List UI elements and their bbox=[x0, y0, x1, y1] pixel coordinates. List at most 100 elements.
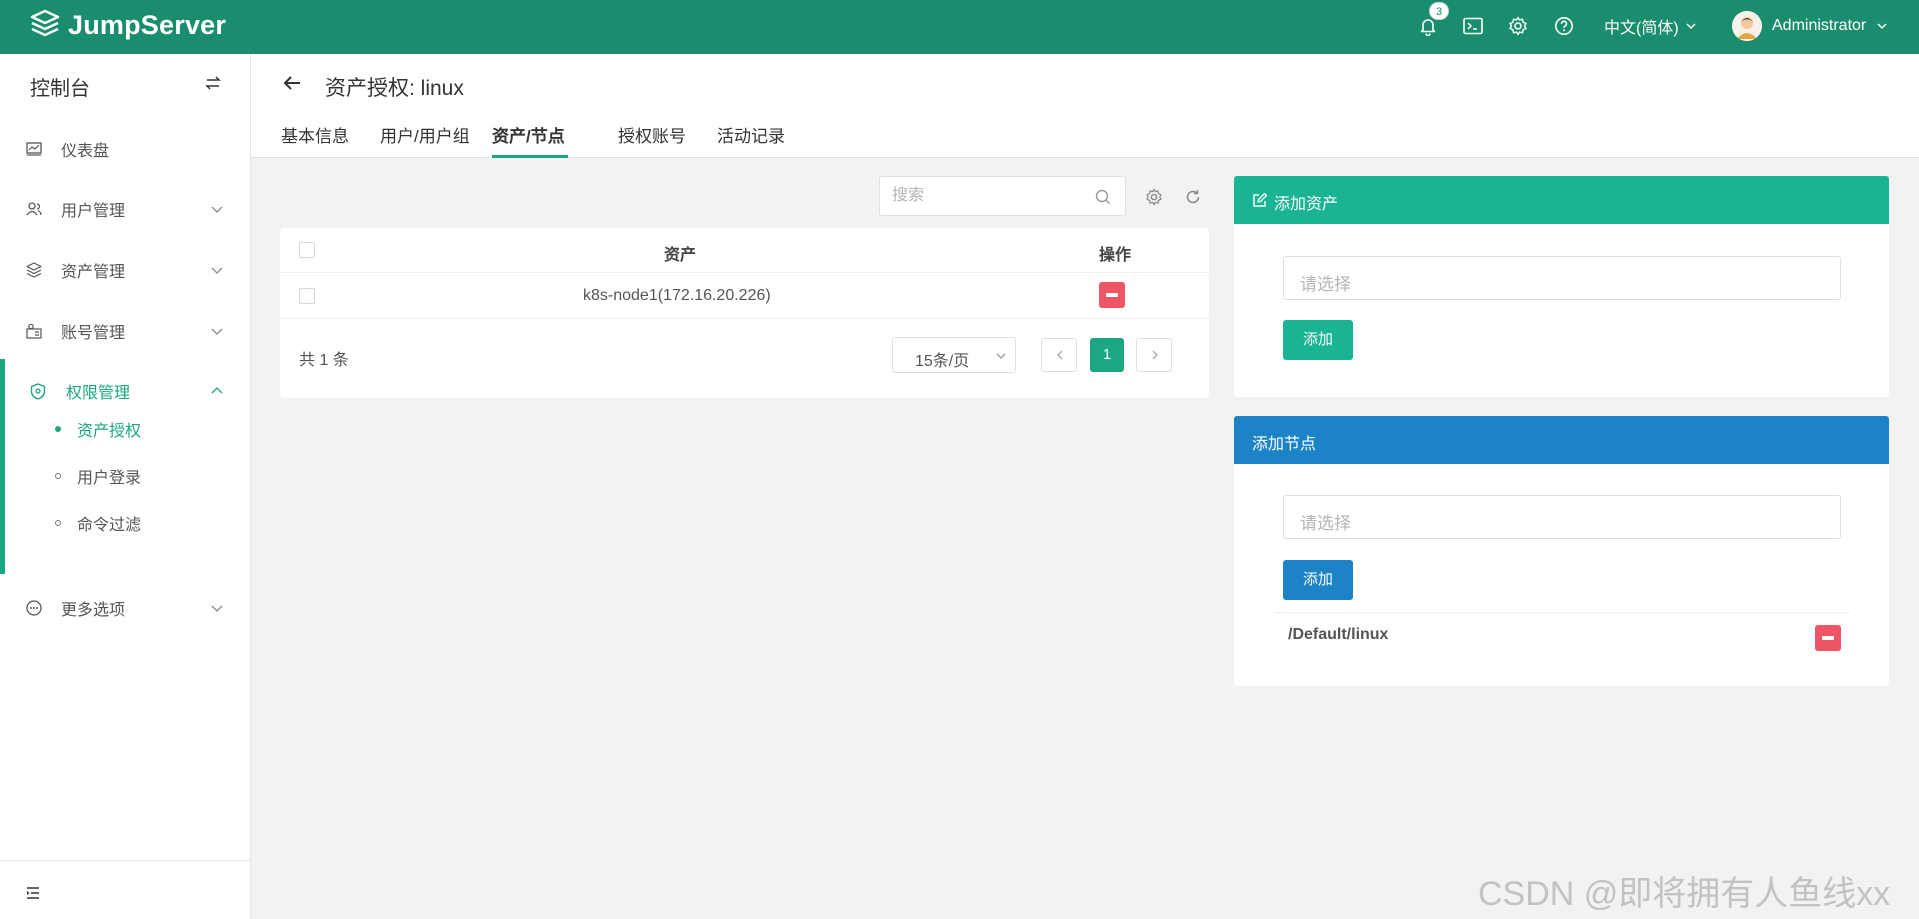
sidebar-subitem-label: 命令过滤 bbox=[77, 517, 142, 534]
search-field[interactable] bbox=[879, 176, 1126, 216]
chevron-down-icon bbox=[211, 328, 223, 335]
terminal-icon bbox=[1463, 17, 1483, 35]
sidebar-group-permission-management: 权限管理 资产授权 用户登录 命令过滤 bbox=[0, 359, 250, 574]
sidebar-item-label: 更多选项 bbox=[61, 602, 126, 619]
sidebar: 控制台 仪表盘 用户管理 资产管理 账号管理 权限管理 资产授权 用户登录 命令… bbox=[0, 54, 251, 919]
chevron-down-icon bbox=[211, 267, 223, 274]
page-title: 资产授权: linux bbox=[325, 77, 464, 100]
notification-bell-button[interactable]: 3 bbox=[1415, 2, 1449, 39]
tab-permission-accounts[interactable]: 授权账号 bbox=[618, 122, 686, 147]
back-arrow-icon[interactable] bbox=[281, 72, 303, 94]
language-selector[interactable]: 中文(简体) bbox=[1604, 13, 1697, 39]
sidebar-subitem-asset-permission[interactable]: 资产授权 bbox=[5, 412, 250, 446]
jumpserver-logo-icon bbox=[30, 9, 60, 37]
user-menu[interactable]: Administrator bbox=[1732, 8, 1888, 44]
user-avatar-icon bbox=[1732, 11, 1762, 41]
accounts-icon bbox=[25, 322, 43, 340]
list-item: /Default/linux bbox=[1274, 612, 1850, 660]
sidebar-item-label: 仪表盘 bbox=[61, 143, 110, 160]
chevron-down-icon bbox=[1877, 23, 1887, 30]
add-node-panel-header: 添加节点 bbox=[1234, 416, 1889, 464]
help-button[interactable] bbox=[1551, 13, 1577, 39]
tab-basic-info[interactable]: 基本信息 bbox=[281, 122, 349, 147]
next-page-button[interactable] bbox=[1136, 338, 1172, 372]
table-row: k8s-node1(172.16.20.226) bbox=[280, 273, 1209, 319]
chevron-left-icon bbox=[1057, 350, 1063, 360]
add-asset-panel-header: 添加资产 bbox=[1234, 176, 1889, 224]
chevron-right-icon bbox=[1152, 350, 1158, 360]
web-terminal-button[interactable] bbox=[1460, 13, 1486, 39]
switch-arrows-icon bbox=[205, 76, 221, 90]
sidebar-item-label: 资产管理 bbox=[61, 264, 126, 281]
view-switch-button[interactable] bbox=[204, 74, 224, 94]
dashboard-icon bbox=[25, 140, 43, 158]
sidebar-item-more-options[interactable]: 更多选项 bbox=[0, 588, 250, 628]
asset-select-placeholder: 请选择 bbox=[1300, 275, 1351, 294]
sidebar-subitem-command-filter[interactable]: 命令过滤 bbox=[5, 506, 250, 540]
prev-page-button[interactable] bbox=[1041, 338, 1077, 372]
chevron-down-icon bbox=[211, 605, 223, 612]
top-navbar: JumpServer 3 中文(简体) Administrator bbox=[0, 0, 1919, 54]
logo-text: JumpServer bbox=[68, 9, 227, 40]
column-header-asset: 资产 bbox=[664, 247, 697, 264]
add-asset-panel-title: 添加资产 bbox=[1274, 196, 1339, 213]
assets-icon bbox=[25, 261, 43, 279]
table-settings-gear-icon[interactable] bbox=[1145, 188, 1163, 206]
add-asset-panel: 添加资产 请选择 添加 bbox=[1234, 176, 1889, 397]
refresh-icon[interactable] bbox=[1184, 188, 1202, 206]
watermark: CSDN @即将拥有人鱼线xx bbox=[1478, 875, 1891, 913]
chevron-up-icon bbox=[211, 387, 223, 394]
page-header: 资产授权: linux 基本信息 用户/用户组 资产/节点 授权账号 活动记录 bbox=[251, 54, 1919, 158]
asset-cell: k8s-node1(172.16.20.226) bbox=[583, 287, 771, 304]
search-icon[interactable] bbox=[1094, 188, 1112, 206]
table-header-row: 资产 操作 bbox=[280, 228, 1209, 273]
sidebar-item-asset-management[interactable]: 资产管理 bbox=[0, 250, 250, 290]
sidebar-subitem-label: 资产授权 bbox=[77, 423, 142, 440]
remove-node-button[interactable] bbox=[1815, 625, 1841, 651]
tab-users-groups[interactable]: 用户/用户组 bbox=[380, 122, 470, 147]
column-header-actions: 操作 bbox=[1099, 247, 1132, 264]
sidebar-header: 控制台 bbox=[0, 54, 250, 114]
node-select[interactable]: 请选择 bbox=[1283, 495, 1841, 539]
sidebar-item-user-management[interactable]: 用户管理 bbox=[0, 189, 250, 229]
sidebar-item-label: 账号管理 bbox=[61, 325, 126, 342]
add-asset-button[interactable]: 添加 bbox=[1283, 320, 1353, 360]
page-size-value: 15条/页 bbox=[915, 353, 970, 370]
users-icon bbox=[25, 200, 43, 218]
edit-icon bbox=[1253, 192, 1268, 207]
settings-button[interactable] bbox=[1505, 13, 1531, 39]
username-label: Administrator bbox=[1772, 17, 1867, 34]
active-dot bbox=[55, 426, 61, 432]
sidebar-title: 控制台 bbox=[30, 78, 90, 100]
remove-asset-button[interactable] bbox=[1099, 282, 1125, 308]
gear-icon bbox=[1509, 16, 1527, 36]
add-node-panel: 添加节点 请选择 添加 /Default/linux bbox=[1234, 416, 1889, 686]
sidebar-subitem-user-login[interactable]: 用户登录 bbox=[5, 459, 250, 493]
select-all-checkbox[interactable] bbox=[299, 242, 315, 258]
sidebar-item-dashboard[interactable]: 仪表盘 bbox=[0, 129, 250, 169]
active-tab-indicator bbox=[492, 155, 568, 158]
sidebar-footer bbox=[0, 860, 250, 919]
sidebar-item-label: 用户管理 bbox=[61, 203, 126, 220]
row-checkbox[interactable] bbox=[299, 288, 315, 304]
language-label: 中文(简体) bbox=[1604, 20, 1679, 37]
inactive-dot bbox=[55, 473, 61, 479]
page-size-select[interactable]: 15条/页 bbox=[892, 337, 1016, 373]
add-node-button[interactable]: 添加 bbox=[1283, 560, 1353, 600]
tab-assets-nodes[interactable]: 资产/节点 bbox=[492, 122, 565, 147]
add-node-panel-title: 添加节点 bbox=[1252, 436, 1317, 453]
sidebar-item-account-management[interactable]: 账号管理 bbox=[0, 311, 250, 351]
asset-table-card: 资产 操作 k8s-node1(172.16.20.226) 共 1 条 15条… bbox=[280, 228, 1209, 398]
sidebar-item-permission-management[interactable]: 权限管理 bbox=[5, 371, 250, 411]
tab-activity-log[interactable]: 活动记录 bbox=[717, 122, 785, 147]
node-path: /Default/linux bbox=[1288, 626, 1389, 643]
collapse-menu-icon[interactable] bbox=[25, 885, 41, 901]
sidebar-subitem-label: 用户登录 bbox=[77, 470, 142, 487]
asset-select[interactable]: 请选择 bbox=[1283, 256, 1841, 300]
permission-shield-icon bbox=[29, 382, 47, 400]
notification-count-badge: 3 bbox=[1429, 2, 1449, 20]
search-input[interactable] bbox=[892, 185, 1092, 207]
page-number-current[interactable]: 1 bbox=[1090, 338, 1124, 372]
jumpserver-logo[interactable]: JumpServer bbox=[30, 6, 226, 44]
inactive-dot bbox=[55, 520, 61, 526]
